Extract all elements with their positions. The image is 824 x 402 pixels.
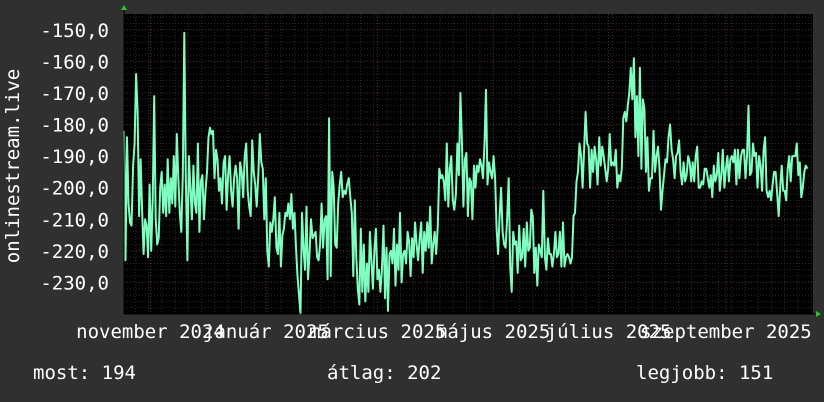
stat-average-label: átlag: bbox=[327, 362, 396, 384]
chart: onlinestream.live -150,0 -160,0 -170,0 -180… bbox=[2, 5, 821, 343]
y-tick-label: -230,0 bbox=[40, 272, 109, 294]
stats-bar: most: 194 átlag: 202 legjobb: 151 bbox=[0, 362, 824, 390]
x-axis-arrow bbox=[816, 311, 821, 317]
x-tick-label: szeptember 2025 bbox=[640, 321, 812, 343]
y-tick-label: -220,0 bbox=[40, 241, 109, 263]
stat-average: átlag: 202 bbox=[327, 362, 441, 384]
y-axis: -150,0 -160,0 -170,0 -180,0 -190,0 -200,0 -210… bbox=[40, 20, 109, 295]
y-tick-label: -170,0 bbox=[40, 83, 109, 105]
stat-best-label: legjobb: bbox=[636, 362, 728, 384]
y-axis-label: onlinestream.live bbox=[2, 69, 24, 263]
x-axis: november 2024január 2025március 2025máju… bbox=[76, 321, 812, 343]
y-tick-label: -210,0 bbox=[40, 209, 109, 231]
y-tick-label: -180,0 bbox=[40, 115, 109, 137]
x-tick-label: március 2025 bbox=[309, 321, 446, 343]
plot-area bbox=[124, 14, 813, 314]
y-tick-label: -200,0 bbox=[40, 178, 109, 200]
x-tick-label: május 2025 bbox=[436, 321, 550, 343]
stat-now-value: 194 bbox=[101, 362, 136, 384]
stat-best: legjobb: 151 bbox=[636, 362, 773, 384]
stat-best-value: 151 bbox=[738, 362, 774, 384]
stat-now: most: 194 bbox=[33, 362, 136, 384]
stat-average-value: 202 bbox=[407, 362, 442, 384]
y-tick-label: -190,0 bbox=[40, 146, 109, 168]
y-tick-label: -160,0 bbox=[40, 51, 109, 73]
stat-now-label: most: bbox=[33, 362, 91, 384]
y-axis-arrow bbox=[121, 5, 127, 10]
y-tick-label: -150,0 bbox=[40, 20, 109, 42]
